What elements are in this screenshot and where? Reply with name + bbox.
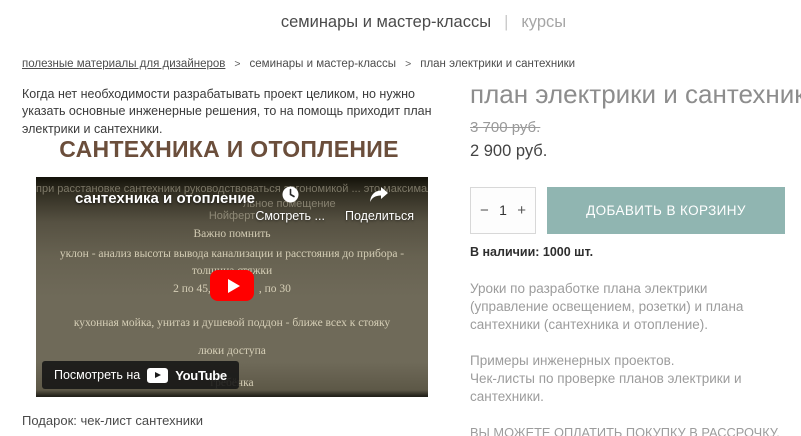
play-triangle-icon <box>227 278 240 293</box>
video-title-overlay[interactable]: сантехника и отопление <box>75 190 255 207</box>
gift-note: Подарок: чек-лист сантехники <box>22 413 203 428</box>
purchase-row: − 1 + ДОБАВИТЬ В КОРЗИНУ <box>470 186 785 234</box>
watch-on-youtube-label: Посмотреть на <box>54 368 141 382</box>
installment-payment-note: ВЫ МОЖЕТЕ ОПЛАТИТЬ ПОКУПКУ В РАССРОЧКУ, … <box>470 424 780 436</box>
product-page: семинары и мастер-классы | курсы полезны… <box>0 0 801 436</box>
video-note-fragment: , по 30 <box>258 283 291 295</box>
current-price: 2 900 руб. <box>470 141 548 160</box>
youtube-wordmark: YouTube <box>175 367 227 383</box>
product-description: Уроки по разработке плана электрики (упр… <box>470 280 744 332</box>
watch-later-button[interactable]: Смотреть ... <box>255 186 325 223</box>
share-button[interactable]: Поделиться <box>345 186 414 223</box>
quantity-increase-button[interactable]: + <box>517 202 526 219</box>
nav-seminars-link[interactable]: семинары и мастер-классы <box>281 13 491 32</box>
stock-status: В наличии: 1000 шт. <box>470 244 594 259</box>
description-line: Примеры инженерных проектов. <box>470 352 675 368</box>
video-note-fragment: 2 по 45, <box>173 283 211 295</box>
share-arrow-icon <box>369 186 389 206</box>
description-line: Чек-листы по проверке планов электрики и… <box>470 370 742 404</box>
video-note-line: люки доступа <box>198 345 266 357</box>
breadcrumb-current-page: план электрики и сантехники <box>420 58 576 70</box>
watch-later-label: Смотреть ... <box>255 209 325 223</box>
quantity-stepper: − 1 + <box>470 186 536 234</box>
quantity-decrease-button[interactable]: − <box>480 202 489 219</box>
product-title: план электрики и сантехники <box>470 79 801 109</box>
top-nav: семинары и мастер-классы | курсы <box>23 13 801 32</box>
product-description: Примеры инженерных проектов. Чек-листы п… <box>470 352 785 406</box>
video-section-heading: САНТЕХНИКА И ОТОПЛЕНИЕ <box>59 136 399 162</box>
clock-icon <box>282 186 299 206</box>
youtube-play-button[interactable] <box>210 270 254 301</box>
intro-paragraph: Когда нет необходимости разрабатывать пр… <box>22 87 432 136</box>
quantity-value: 1 <box>499 202 507 219</box>
product-panel: план электрики и сантехники 3 700 руб. 2… <box>470 79 801 436</box>
breadcrumb: полезные материалы для дизайнеров > семи… <box>22 58 575 70</box>
nav-courses-link[interactable]: курсы <box>521 13 566 32</box>
breadcrumb-seminars-link[interactable]: семинары и мастер-классы <box>250 58 397 70</box>
old-price: 3 700 руб. <box>470 118 541 136</box>
youtube-video-player[interactable]: при расстановке сантехники руководствова… <box>36 177 428 397</box>
breadcrumb-separator: > <box>405 58 412 70</box>
video-actions: Смотреть ... Поделиться <box>255 186 414 223</box>
video-note-line: кухонная мойка, унитаз и душевой поддон … <box>73 317 391 329</box>
nav-divider: | <box>504 13 509 31</box>
share-label: Поделиться <box>344 209 414 223</box>
watch-on-youtube-button[interactable]: Посмотреть на YouTube <box>42 361 239 389</box>
breadcrumb-separator: > <box>234 58 241 70</box>
youtube-logo-icon <box>147 367 169 383</box>
video-note-line: уклон - анализ высоты вывода канализации… <box>59 248 405 260</box>
breadcrumb-materials-link[interactable]: полезные материалы для дизайнеров <box>22 58 225 70</box>
video-note-line: Важно помнить <box>193 228 271 240</box>
add-to-cart-button[interactable]: ДОБАВИТЬ В КОРЗИНУ <box>547 186 785 234</box>
